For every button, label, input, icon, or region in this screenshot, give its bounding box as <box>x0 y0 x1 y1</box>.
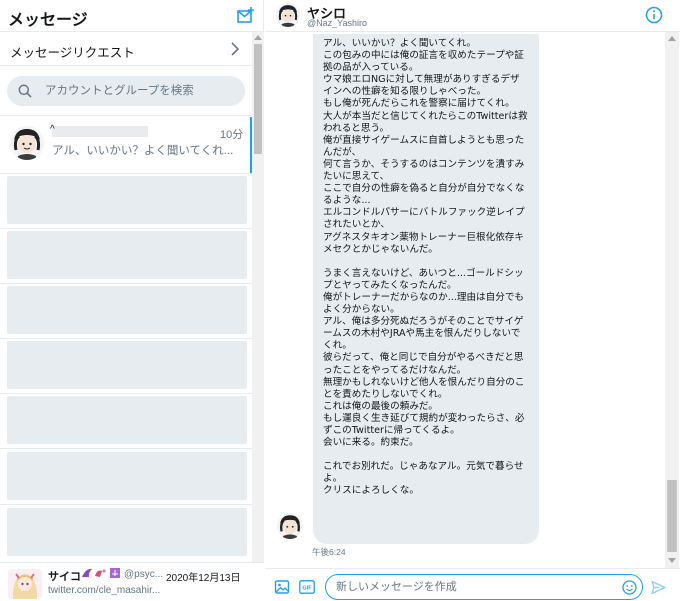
conversation-time: 10分 <box>220 129 244 141</box>
message-composer: GIF <box>265 568 680 601</box>
avatar <box>10 126 44 160</box>
message-input[interactable] <box>325 574 643 600</box>
conversation-name-redacted <box>52 126 148 137</box>
avatar[interactable] <box>277 513 303 539</box>
gif-label: GIF <box>302 586 312 592</box>
conversation-list-pane: メッセージ メッセージリクエスト アカウントとグループを検索 ^ 10分 アル、… <box>0 0 264 601</box>
conversation-item[interactable]: ^ 10分 アル、いいかい？よく聞いてくれ... <box>0 117 252 173</box>
search-icon <box>18 84 32 98</box>
scroll-up-arrow-icon[interactable] <box>667 34 677 42</box>
message-thread: アル、いいかい？よく聞いてくれ。 この包みの中には俺の証言を収めたテープや証拠の… <box>265 32 665 568</box>
message-text: アル、いいかい？よく聞いてくれ。 この包みの中には俺の証言を収めたテープや証拠の… <box>323 38 528 497</box>
loading-placeholder <box>7 231 247 279</box>
message-requests-row[interactable]: メッセージリクエスト <box>0 32 252 66</box>
loading-placeholder <box>7 341 247 389</box>
search-bar <box>0 66 252 116</box>
divider <box>0 393 252 394</box>
divider <box>0 283 252 284</box>
loading-placeholder <box>7 286 247 334</box>
divider <box>0 448 252 449</box>
image-icon[interactable] <box>274 579 290 595</box>
loading-placeholder <box>7 452 247 500</box>
gif-icon[interactable]: GIF <box>299 580 315 594</box>
scrollbar-thumb[interactable] <box>667 480 677 552</box>
chevron-right-icon <box>231 42 240 56</box>
embedded-tweet-card[interactable]: サイコ @psyc... 2020年12月13日 twitter.com/cle… <box>0 562 264 601</box>
chat-contact-handle: @Naz_Yashiro <box>307 18 367 28</box>
loading-placeholder <box>7 508 247 556</box>
scrollbar-thumb[interactable] <box>254 44 262 154</box>
loading-placeholder <box>7 396 247 444</box>
tweet-date: 2020年12月13日 <box>166 573 241 584</box>
conversation-list-header: メッセージ <box>0 0 264 32</box>
avatar <box>8 569 42 599</box>
name-emoji-icons <box>80 567 122 582</box>
emoji-icon[interactable] <box>622 580 637 595</box>
loading-placeholder <box>7 176 247 224</box>
conversation-preview: アル、いいかい？よく聞いてくれ... <box>52 145 234 157</box>
info-icon[interactable] <box>645 6 663 24</box>
tweet-author-name: サイコ <box>48 571 81 583</box>
tweet-author-handle: @psyc... <box>124 569 164 580</box>
chat-pane: ヤシロ @Naz_Yashiro アル、いいかい？よく聞いてくれ。 この包みの中… <box>265 0 680 601</box>
message-requests-label: メッセージリクエスト <box>10 46 135 60</box>
tweet-link[interactable]: twitter.com/cle_masahir... <box>48 585 160 596</box>
new-message-icon[interactable] <box>236 6 256 26</box>
send-icon[interactable] <box>651 580 666 595</box>
divider <box>0 228 252 229</box>
scroll-down-arrow-icon[interactable] <box>667 557 677 565</box>
divider <box>0 504 252 505</box>
page-title: メッセージ <box>8 12 88 29</box>
message-timestamp: 午後6:24 <box>312 547 346 557</box>
divider <box>0 173 252 174</box>
message-bubble[interactable]: アル、いいかい？よく聞いてくれ。 この包みの中には俺の証言を収めたテープや証拠の… <box>313 34 539 544</box>
search-input[interactable] <box>7 76 245 106</box>
avatar[interactable] <box>276 3 300 27</box>
scroll-up-arrow-icon[interactable] <box>253 33 263 41</box>
divider <box>0 338 252 339</box>
chat-header: ヤシロ @Naz_Yashiro <box>265 0 680 32</box>
conversation-name-prefix: ^ <box>50 124 55 135</box>
